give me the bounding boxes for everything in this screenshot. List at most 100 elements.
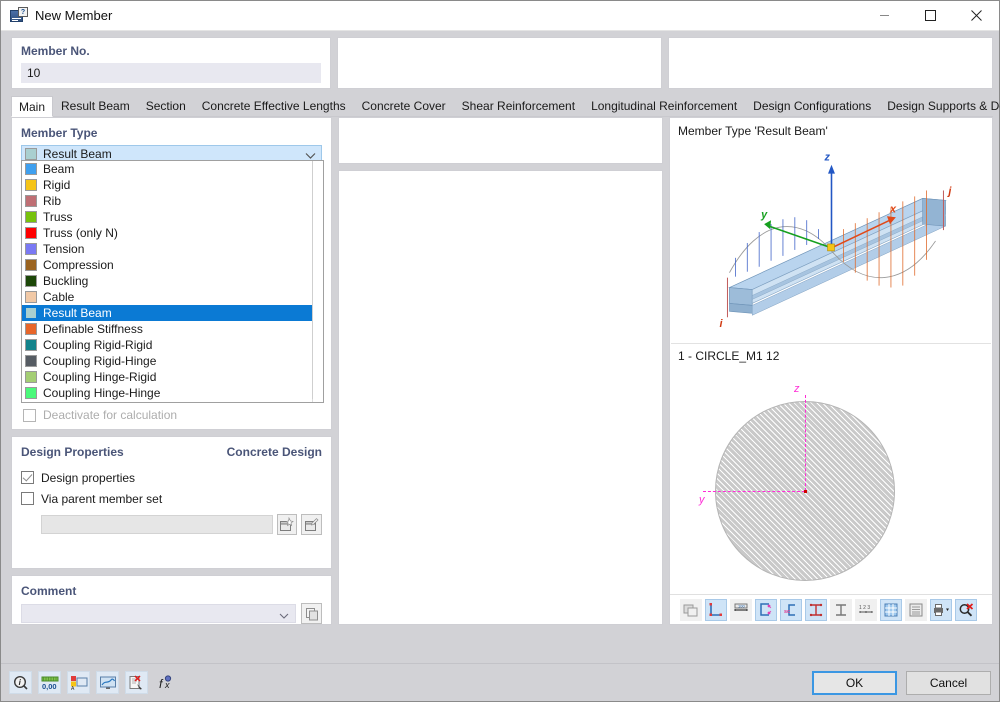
middle-column (338, 117, 663, 625)
section-origin (804, 490, 807, 493)
list-item[interactable]: Coupling Hinge-Rigid (22, 369, 323, 385)
beam-illustration: i j (670, 138, 992, 343)
option-label: Coupling Rigid-Rigid (43, 338, 152, 352)
formula-icon[interactable]: fx (154, 671, 177, 694)
design-properties-panel: Design Properties Concrete Design Design… (11, 436, 332, 569)
option-color-swatch (25, 387, 37, 399)
maximize-button[interactable] (907, 1, 953, 31)
list-item[interactable]: Coupling Hinge-Hinge (22, 385, 323, 401)
list-item[interactable]: Buckling (22, 273, 323, 289)
info-icon[interactable]: i (9, 671, 32, 694)
new-member-set-icon[interactable] (277, 514, 298, 535)
numeric-precision-icon[interactable]: 0,00 (38, 671, 61, 694)
main-columns: Member Type Result Beam Beam Rigid (11, 117, 993, 625)
parent-member-set-input[interactable] (41, 515, 273, 534)
option-color-swatch (25, 307, 37, 319)
origin-node (828, 244, 835, 251)
list-item-selected[interactable]: Result Beam (22, 305, 323, 321)
header-panel-right (668, 37, 993, 89)
member-type-dropdown-list[interactable]: Beam Rigid Rib Truss Truss (only N) Tens… (21, 160, 324, 403)
list-item[interactable]: Rib (22, 193, 323, 209)
comment-input[interactable] (21, 604, 296, 623)
tab-main[interactable]: Main (11, 96, 53, 117)
via-parent-member-set-label: Via parent member set (41, 492, 162, 506)
display-properties-icon[interactable]: A (67, 671, 90, 694)
dropdown-scroll-thumb[interactable] (312, 161, 323, 399)
section-view-toolbar: 100 sc (670, 594, 992, 624)
list-item[interactable]: Tension (22, 241, 323, 257)
via-parent-member-set-checkbox[interactable] (21, 492, 34, 505)
zoom-reset-icon[interactable] (955, 599, 977, 621)
svg-text:x: x (164, 680, 170, 690)
list-item[interactable]: Truss (22, 209, 323, 225)
deactivate-checkbox[interactable] (23, 409, 36, 422)
section-parts-icon[interactable] (830, 599, 852, 621)
chevron-down-icon[interactable] (279, 609, 289, 623)
option-color-swatch (25, 163, 37, 175)
list-item[interactable]: Cable (22, 289, 323, 305)
dimensions-icon[interactable] (705, 599, 727, 621)
option-color-swatch (25, 179, 37, 191)
tab-longitudinal-reinforcement[interactable]: Longitudinal Reinforcement (583, 95, 745, 116)
shear-center-icon[interactable]: sc (780, 599, 802, 621)
table-values-icon[interactable] (905, 599, 927, 621)
tab-section[interactable]: Section (138, 95, 194, 116)
option-label: Coupling Hinge-Rigid (43, 370, 156, 384)
tab-shear-reinforcement[interactable]: Shear Reinforcement (454, 95, 583, 116)
option-label: Rigid (43, 178, 70, 192)
option-color-swatch (25, 355, 37, 367)
tab-design-supports-deflection[interactable]: Design Supports & Deflection (879, 95, 1000, 116)
option-label: Definable Stiffness (43, 322, 143, 336)
tab-result-beam[interactable]: Result Beam (53, 95, 138, 116)
stress-points-icon[interactable] (755, 599, 777, 621)
option-color-swatch (25, 243, 37, 255)
list-item[interactable]: Compression (22, 257, 323, 273)
svg-text:f: f (159, 677, 164, 691)
copy-comment-icon[interactable] (301, 603, 322, 624)
edit-member-set-icon[interactable] (301, 514, 322, 535)
tab-concrete-effective-lengths[interactable]: Concrete Effective Lengths (194, 95, 354, 116)
window-title: New Member (35, 8, 112, 23)
option-label: Truss (43, 210, 73, 224)
principal-axes-icon[interactable] (805, 599, 827, 621)
preview-title: Member Type 'Result Beam' (670, 118, 992, 138)
tab-design-configurations[interactable]: Design Configurations (745, 95, 879, 116)
member-no-input[interactable]: 10 (21, 63, 321, 83)
tab-concrete-cover[interactable]: Concrete Cover (354, 95, 454, 116)
svg-text:sc: sc (784, 609, 790, 615)
section-axis-y-label: y (699, 494, 705, 506)
option-color-swatch (25, 195, 37, 207)
render-mode-icon[interactable] (680, 599, 702, 621)
axis-x-label: x (889, 203, 897, 215)
ok-button[interactable]: OK (812, 671, 897, 695)
comment-panel: Comment (11, 575, 332, 625)
cancel-button[interactable]: Cancel (906, 671, 991, 695)
close-button[interactable] (953, 1, 999, 31)
via-parent-member-set-row[interactable]: Via parent member set (21, 492, 322, 506)
list-item[interactable]: Truss (only N) (22, 225, 323, 241)
list-item[interactable]: Coupling Rigid-Hinge (22, 353, 323, 369)
section-properties-icon[interactable]: 100 (730, 599, 752, 621)
header-panels: Member No. 10 (11, 37, 993, 89)
option-color-swatch (25, 291, 37, 303)
print-icon[interactable] (930, 599, 952, 621)
node-i-label: i (720, 318, 724, 330)
numbering-icon[interactable]: 1 2 3 (855, 599, 877, 621)
member-type-3d-view: i j (670, 138, 992, 343)
option-label: Compression (43, 258, 114, 272)
option-label: Tension (43, 242, 84, 256)
design-properties-checkbox[interactable] (21, 471, 34, 484)
deactivate-for-calculation-row[interactable]: Deactivate for calculation (23, 408, 177, 422)
design-properties-row[interactable]: Design properties (21, 471, 322, 485)
list-item[interactable]: Rigid (22, 177, 323, 193)
list-item[interactable]: Definable Stiffness (22, 321, 323, 337)
dropdown-scrollbar[interactable] (312, 161, 323, 402)
grid-icon[interactable] (880, 599, 902, 621)
visual-preview-icon[interactable] (96, 671, 119, 694)
option-label: Truss (only N) (43, 226, 118, 240)
clear-selection-icon[interactable] (125, 671, 148, 694)
list-item[interactable]: Beam (22, 161, 323, 177)
list-item[interactable]: Coupling Rigid-Rigid (22, 337, 323, 353)
minimize-button[interactable] (861, 1, 907, 31)
right-column: Member Type 'Result Beam' (669, 117, 993, 625)
